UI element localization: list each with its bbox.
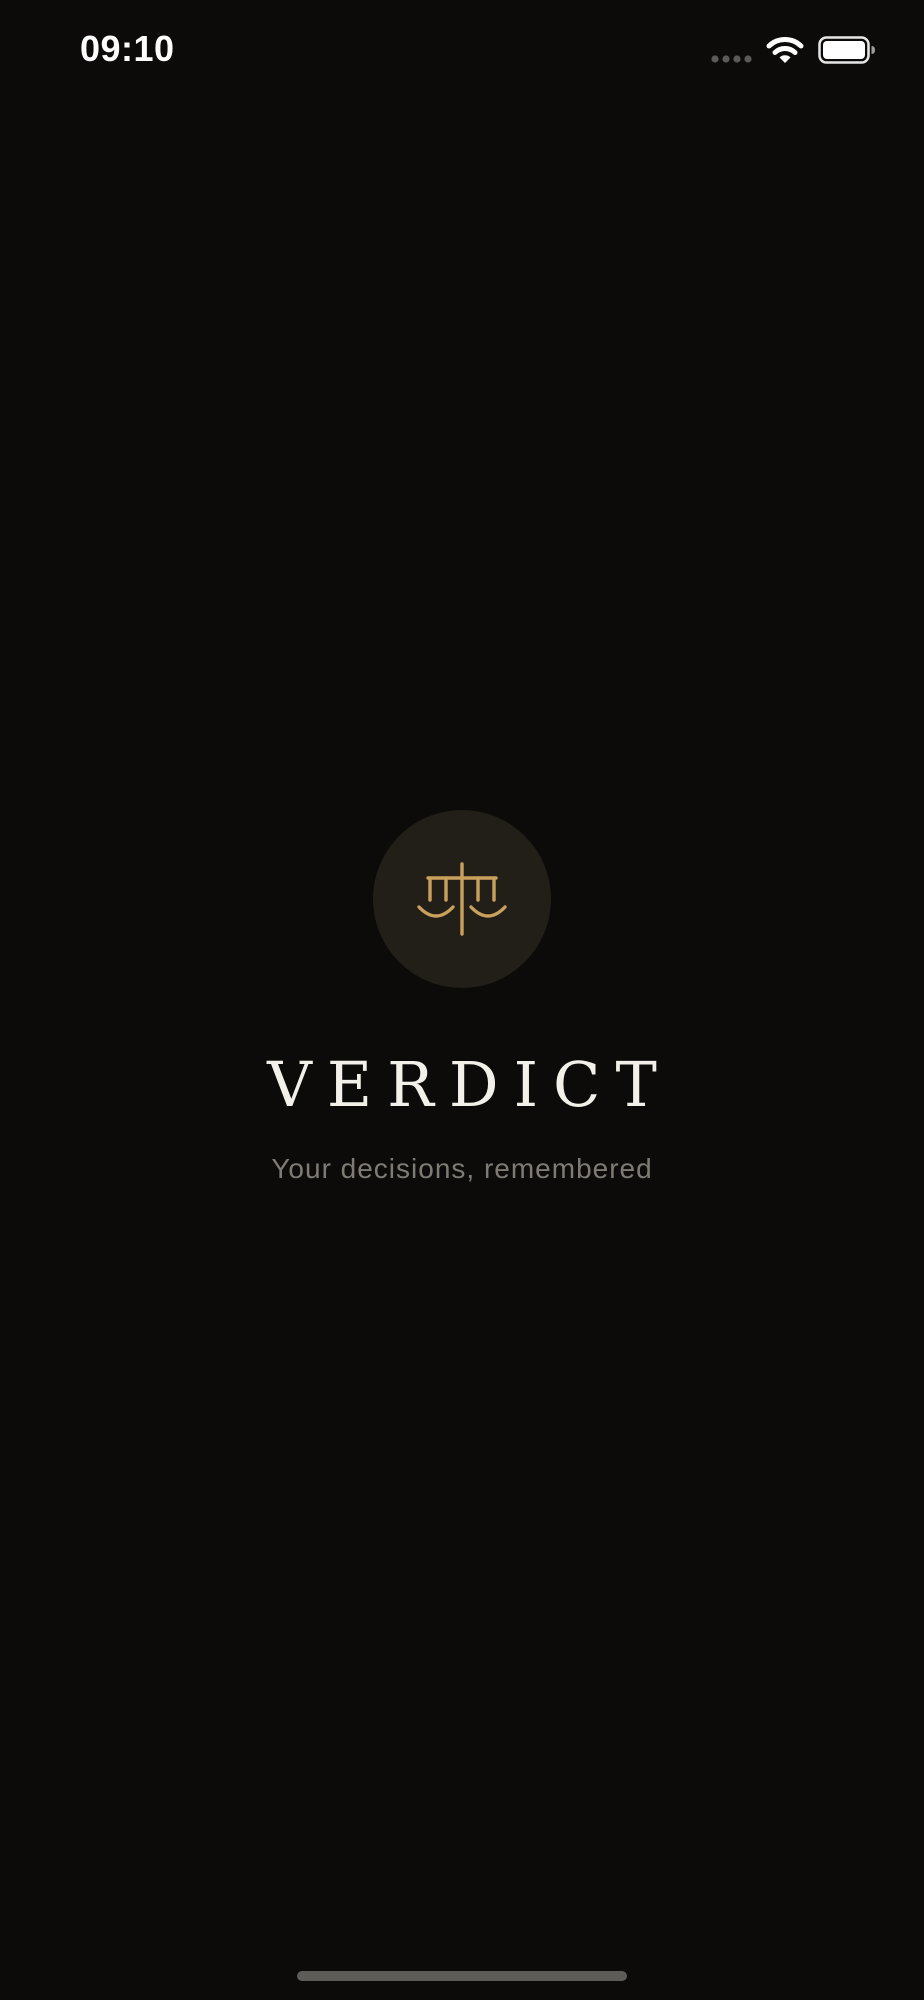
status-bar: 09:10 <box>0 0 924 100</box>
cellular-signal-icon <box>711 55 752 63</box>
app-tagline: Your decisions, remembered <box>271 1153 653 1184</box>
app-title: VERDICT <box>267 1048 672 1121</box>
home-indicator[interactable] <box>297 1971 627 1981</box>
battery-icon <box>818 36 875 64</box>
status-time: 09:10 <box>80 28 175 69</box>
wifi-icon <box>766 37 804 63</box>
scales-of-justice-icon <box>417 862 507 936</box>
